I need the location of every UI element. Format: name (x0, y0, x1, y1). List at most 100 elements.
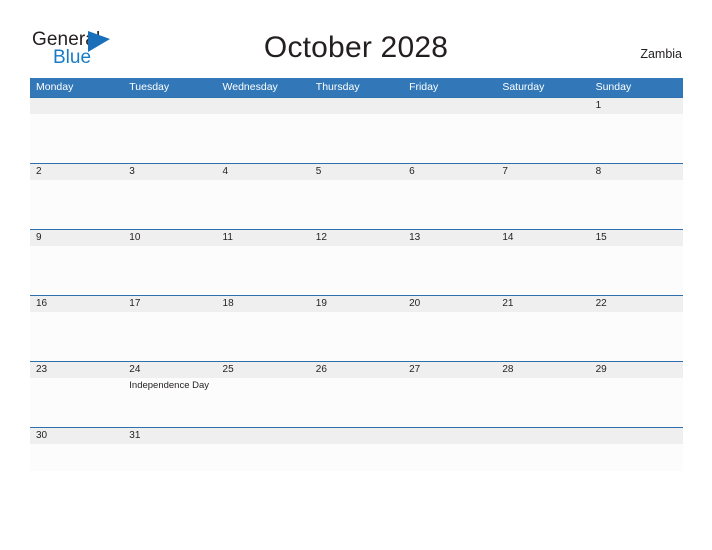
day-number: 8 (589, 164, 683, 180)
calendar-day-cell[interactable]: 26 (309, 362, 404, 427)
calendar-week-cells: 1 (30, 98, 683, 163)
calendar-week-cells: 9 10 11 12 13 14 15 (30, 230, 683, 295)
day-number: 20 (403, 296, 497, 312)
calendar-day-cell-empty (123, 98, 217, 163)
day-number: 25 (216, 362, 310, 378)
day-events (403, 114, 497, 163)
calendar-day-cell[interactable]: 6 (403, 164, 497, 229)
day-number: 1 (589, 98, 683, 114)
day-number: 10 (123, 230, 217, 246)
calendar-week-cells: 16 17 18 19 20 21 22 (30, 296, 683, 361)
calendar-day-cell[interactable]: 19 (309, 296, 404, 361)
day-number: 7 (496, 164, 590, 180)
day-events (123, 246, 217, 295)
holiday-label: Independence Day (129, 380, 210, 391)
day-events (309, 444, 404, 471)
calendar-day-cell[interactable]: 7 (496, 164, 590, 229)
calendar-day-cell[interactable]: 20 (403, 296, 497, 361)
calendar-day-cell[interactable]: 15 (589, 230, 683, 295)
day-number (30, 98, 124, 114)
calendar-day-cell[interactable]: 30 (30, 428, 124, 471)
day-number: 17 (123, 296, 217, 312)
calendar-day-cell[interactable]: 16 (30, 296, 124, 361)
calendar-day-cell[interactable]: 8 (589, 164, 683, 229)
day-number (403, 98, 497, 114)
weekday-header-sunday: Sunday (595, 81, 632, 93)
calendar-day-cell-empty (496, 98, 590, 163)
day-events (216, 180, 310, 229)
calendar-day-cell[interactable]: 31 (123, 428, 217, 471)
calendar-day-cell[interactable]: 3 (123, 164, 217, 229)
calendar-day-cell[interactable]: 1 (589, 98, 683, 163)
calendar-day-cell-empty (309, 98, 404, 163)
day-events (30, 180, 124, 229)
day-events (123, 444, 217, 471)
calendar-day-cell[interactable]: 4 (216, 164, 310, 229)
calendar-day-cell[interactable]: 11 (216, 230, 310, 295)
weekday-header-row: Monday Tuesday Wednesday Thursday Friday… (30, 78, 683, 97)
calendar-week-row: 30 31 (30, 427, 683, 471)
calendar-week-cells: 2345678 (30, 164, 683, 229)
day-number (589, 428, 683, 444)
calendar-day-cell[interactable]: 21 (496, 296, 590, 361)
calendar-week-row: 23 24 Independence Day 25 26 27 28 29 (30, 361, 683, 427)
day-number (216, 98, 310, 114)
day-events (589, 312, 683, 361)
day-number: 30 (30, 428, 124, 444)
calendar-day-cell-empty (309, 428, 404, 471)
day-events (123, 180, 217, 229)
calendar-day-cell-empty (216, 98, 310, 163)
calendar-day-cell[interactable]: 18 (216, 296, 310, 361)
day-events (589, 114, 683, 163)
day-number: 21 (496, 296, 590, 312)
calendar-day-cell[interactable]: 29 (589, 362, 683, 427)
calendar-day-cell-empty (30, 98, 124, 163)
calendar-day-cell[interactable]: 23 (30, 362, 124, 427)
calendar-day-cell[interactable]: 27 (403, 362, 497, 427)
day-events (496, 378, 590, 427)
weekday-header-wednesday: Wednesday (222, 81, 278, 93)
day-events (216, 114, 310, 163)
calendar-day-cell[interactable]: 12 (309, 230, 404, 295)
day-number: 15 (589, 230, 683, 246)
calendar-day-cell[interactable]: 28 (496, 362, 590, 427)
calendar-week-cells: 23 24 Independence Day 25 26 27 28 29 (30, 362, 683, 427)
day-events (30, 114, 124, 163)
calendar-day-cell[interactable]: 10 (123, 230, 217, 295)
day-events (30, 312, 124, 361)
day-number: 3 (123, 164, 217, 180)
day-number: 31 (123, 428, 217, 444)
calendar-day-cell[interactable]: 14 (496, 230, 590, 295)
calendar-week-row: 9 10 11 12 13 14 15 (30, 229, 683, 295)
calendar-day-cell[interactable]: 9 (30, 230, 124, 295)
calendar-day-cell[interactable]: 24 Independence Day (123, 362, 217, 427)
day-events (30, 246, 124, 295)
day-events (496, 246, 590, 295)
calendar-week-row: 16 17 18 19 20 21 22 (30, 295, 683, 361)
calendar-day-cell[interactable]: 22 (589, 296, 683, 361)
day-events: Independence Day (123, 378, 217, 427)
calendar-day-cell[interactable]: 5 (309, 164, 404, 229)
day-number: 18 (216, 296, 310, 312)
day-events (30, 378, 124, 427)
day-number: 2 (30, 164, 124, 180)
day-events (309, 180, 404, 229)
calendar-week-row: 1 (30, 97, 683, 163)
day-number: 5 (309, 164, 404, 180)
day-number: 14 (496, 230, 590, 246)
day-events (309, 246, 404, 295)
day-events (403, 444, 497, 471)
calendar-day-cell[interactable]: 2 (30, 164, 124, 229)
calendar-day-cell[interactable]: 13 (403, 230, 497, 295)
day-number (123, 98, 217, 114)
calendar-day-cell-empty (403, 98, 497, 163)
day-events (589, 378, 683, 427)
calendar-day-cell[interactable]: 17 (123, 296, 217, 361)
day-events (496, 312, 590, 361)
day-events (403, 246, 497, 295)
day-events (309, 114, 404, 163)
calendar-day-cell[interactable]: 25 (216, 362, 310, 427)
day-events (123, 114, 217, 163)
day-number (309, 98, 404, 114)
calendar-week-cells: 30 31 (30, 428, 683, 471)
